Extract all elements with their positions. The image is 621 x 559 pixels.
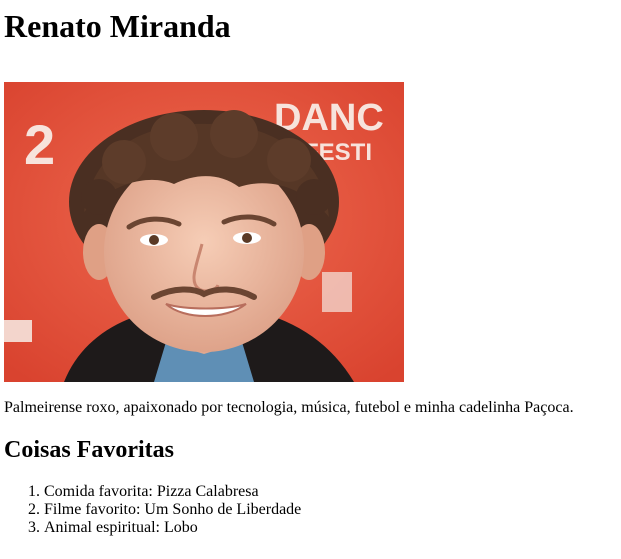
- backdrop-text-3: 2: [24, 113, 55, 176]
- favorites-list: Comida favorita: Pizza Calabresa Filme f…: [4, 483, 301, 537]
- bio-text: Palmeirense roxo, apaixonado por tecnolo…: [4, 399, 574, 416]
- favorite-item-movie: Filme favorito: Um Sonho de Liberdade: [44, 501, 301, 519]
- profile-photo: DANC FESTI 2: [4, 82, 404, 382]
- page: Renato Miranda DANC FESTI 2 Palmeirense …: [0, 0, 621, 559]
- profile-photo-image: DANC FESTI 2: [4, 82, 404, 382]
- favorite-item-food: Comida favorita: Pizza Calabresa: [44, 483, 301, 501]
- favorite-item-spirit-animal: Animal espiritual: Lobo: [44, 519, 301, 537]
- page-title: Renato Miranda: [4, 8, 231, 44]
- favorites-heading: Coisas Favoritas: [4, 437, 174, 463]
